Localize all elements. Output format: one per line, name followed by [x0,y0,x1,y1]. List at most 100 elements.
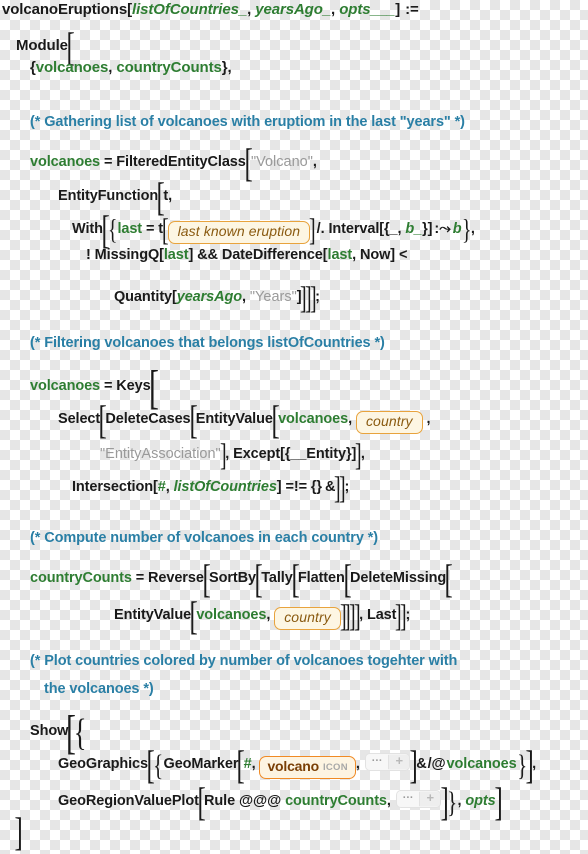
and-operator: && [197,247,218,263]
local-country-counts: countryCounts [116,59,222,76]
geomarker-close-bracket: ] [409,742,418,787]
reverse-open-bracket: [ [202,556,211,601]
with-open-brace: { [108,215,118,246]
deletemissing-open-bracket: [ [444,556,453,601]
show-head: Show [30,723,69,739]
code-comment-compute-counts: (* Compute number of volcanoes in each c… [30,530,378,546]
except-head: Except [233,446,281,462]
code-line-condition[interactable]: ! MissingQ[last] && DateDifference[last,… [86,248,407,263]
ellipsis-icon[interactable]: ··· [396,791,420,807]
property-close-bracket: ] [309,211,316,247]
string-entity-association: "EntityAssociation" [100,446,221,462]
code-line-country-counts-assign[interactable]: countryCounts = Reverse[SortBy[Tally[Fla… [30,556,453,601]
code-line-module-locals[interactable]: {volcanoes, countryCounts}, [30,60,232,75]
comma: , [168,188,172,204]
comma: , [312,154,317,170]
code-line-quantity[interactable]: Quantity[yearsAgo, "Years"]]]]; [114,281,320,313]
entity-head: Entity [306,446,346,462]
symbol-country-counts: countryCounts [285,793,387,809]
code-line-entity-value-country[interactable]: EntityValue[volcanoes, country]]]], Last… [114,596,410,636]
assign-operator: = [100,154,117,170]
close-bracket-deletecases: ] [355,436,362,472]
reverse-head: Reverse [148,570,204,586]
code-comment-gathering: (* Gathering list of volcanoes with erup… [30,114,465,130]
entity-property-country[interactable]: country [355,411,423,434]
flatten-head: Flatten [297,570,345,586]
code-comment-filtering: (* Filtering volcanoes that belongs list… [30,335,385,351]
symbol-country-counts: countryCounts [30,570,132,586]
interval-close: }] [422,221,433,237]
entityvalue-open-bracket: [ [189,593,198,638]
code-line-entity-association[interactable]: "EntityAssociation"], Except[{__Entity}]… [100,438,365,470]
map-operator: /@ [427,756,446,772]
local-volcanoes: volcanoes [35,59,109,76]
show-list-close-brace: } [447,786,458,819]
plus-icon[interactable]: + [419,791,440,806]
code-line-select[interactable]: Select[DeleteCases[EntityValue[volcanoes… [58,397,431,442]
tally-head: Tally [261,570,293,586]
symbol-volcanoes: volcanoes [196,607,267,623]
entity-value-head: EntityValue [114,607,192,623]
close-bracket-filtered: ] [309,279,317,315]
now-head: Now [359,247,391,263]
entity-function-head: EntityFunction [58,188,159,204]
function-amp: & [416,756,427,772]
slot-hash: # [157,479,166,495]
comma-1: , [247,1,256,18]
locals-close-brace: }, [221,59,232,76]
symbol-last-2: last [327,247,353,263]
rule-head: Rule [204,793,236,809]
symbol-last: last [163,247,189,263]
with-head: With [72,221,103,237]
intersection-head: Intersection [72,479,153,495]
code-line-georegionvalueplot[interactable]: GeoRegionValuePlot[Rule @@@ countryCount… [58,782,502,822]
icon-name-label: volcano [267,758,319,774]
empty-list: {} [310,479,322,495]
string-years: "Years" [249,289,297,305]
module-head: Module [16,37,68,54]
param-opts: opts___ [339,1,396,18]
symbol-volcanoes: volcanoes [278,411,349,427]
unequal-operator: =!= [285,479,307,495]
interval-open: [{_, [379,221,406,237]
comma-2: , [331,1,340,18]
plus-icon[interactable]: + [388,754,409,769]
code-line-with[interactable]: With[{last = t[last known eruption]/. In… [72,210,475,250]
param-years-ago: yearsAgo_ [255,1,332,18]
assign-operator: = [142,221,159,237]
comma: , [348,411,356,427]
code-line-module-close[interactable]: ] [15,812,23,852]
code-line-definition[interactable]: volcanoEruptions[listOfCountries_, years… [2,2,419,17]
symbol-last: last [117,221,143,237]
set-delayed-operator: := [405,1,419,18]
entityvalue-open-bracket: [ [271,397,280,442]
code-line-intersection[interactable]: Intersection[#, listOfCountries] =!= {} &… [72,471,349,503]
code-comment-plot-line2: the volcanoes *) [44,681,154,697]
symbol-list-of-countries: listOfCountries [173,479,277,495]
wolfram-code-cell[interactable]: volcanoEruptions [ listOfCountries_, years… [0,0,588,852]
icon-type-label: ICON [322,762,348,773]
param-list-of-countries: listOfCountries_ [132,1,248,18]
code-comment-plot-line1: (* Plot countries colored by number of v… [30,653,458,669]
string-volcano: "Volcano" [250,154,313,170]
icon-entity-volcano-icon[interactable]: volcano ICON [259,756,356,780]
open-bracket: [ [244,140,253,185]
filtered-entity-class-head: FilteredEntityClass [116,154,246,170]
comma: , [242,289,250,305]
entity-property-last-known-eruption[interactable]: last known eruption [167,221,311,244]
options-placeholder-button-1[interactable]: ··· + [364,753,410,771]
slot-hash: # [243,756,252,772]
symbol-volcanoes: volcanoes [446,756,517,772]
code-line-geographics[interactable]: GeoGraphics[{GeoMarker[#, volcano ICON, ·… [58,745,536,785]
comma: , [251,756,260,772]
options-placeholder-button-2[interactable]: ··· + [395,790,441,808]
symbol-volcanoes: volcanoes [30,154,101,170]
delete-cases-head: DeleteCases [105,411,191,427]
function-name-volcano-eruptions: volcanoEruptions [2,1,128,18]
ellipsis-icon[interactable]: ··· [365,754,389,770]
sortby-head: SortBy [209,570,256,586]
comma-2: , [355,756,364,772]
close-6: ] [399,597,407,633]
comma: , [165,479,174,495]
entity-property-country[interactable]: country [274,607,341,630]
